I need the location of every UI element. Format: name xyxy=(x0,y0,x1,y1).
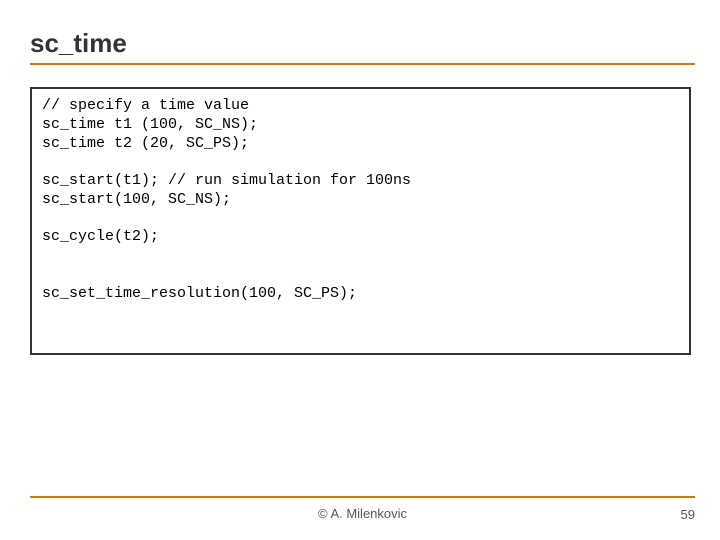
footer-row: © A. Milenkovic 59 xyxy=(30,504,695,522)
footer-divider xyxy=(30,496,695,498)
page-number: 59 xyxy=(681,507,695,522)
slide-footer: © A. Milenkovic 59 xyxy=(30,496,695,522)
code-box: // specify a time value sc_time t1 (100,… xyxy=(30,87,691,355)
footer-author: © A. Milenkovic xyxy=(318,506,407,521)
header-divider xyxy=(30,63,695,65)
slide-container: sc_time // specify a time value sc_time … xyxy=(0,0,720,540)
code-block-2: sc_start(t1); // run simulation for 100n… xyxy=(42,172,411,208)
code-block-4: sc_set_time_resolution(100, SC_PS); xyxy=(42,285,357,302)
code-block-3: sc_cycle(t2); xyxy=(42,228,159,245)
slide-title: sc_time xyxy=(30,28,698,59)
code-block-1: // specify a time value sc_time t1 (100,… xyxy=(42,97,258,152)
